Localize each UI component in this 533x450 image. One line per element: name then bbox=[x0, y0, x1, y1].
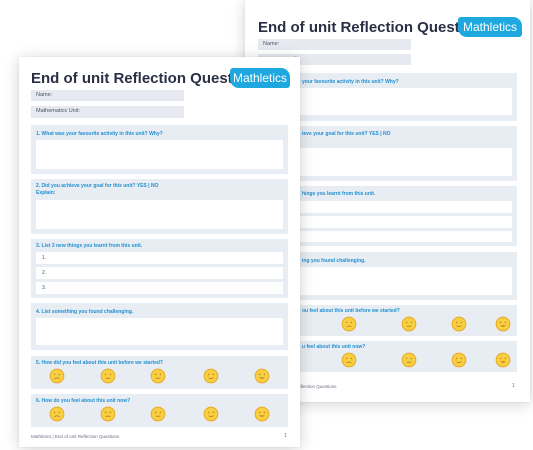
mathletics-logo: Mathletics bbox=[458, 17, 522, 37]
question-3-line-1[interactable]: 1. bbox=[36, 252, 283, 264]
very-sad-face-icon[interactable] bbox=[49, 406, 65, 422]
question-4-section: 4. List something you found challenging. bbox=[31, 303, 288, 350]
question-4-answer-box[interactable] bbox=[36, 318, 283, 345]
neutral-face-icon[interactable] bbox=[401, 352, 417, 368]
question-2-explain-label: Explain: bbox=[36, 190, 56, 196]
smiling-face-icon[interactable] bbox=[203, 368, 219, 384]
question-1-answer-box[interactable] bbox=[36, 140, 283, 169]
question-3-line-2[interactable]: 2. bbox=[36, 267, 283, 279]
question-2-label: ieve your goal for this unit? YES | NO bbox=[302, 131, 391, 137]
sad-face-icon[interactable] bbox=[341, 316, 357, 332]
page-number: 1 bbox=[512, 383, 515, 389]
smiling-face-icon[interactable] bbox=[203, 406, 219, 422]
grinning-face-icon[interactable] bbox=[495, 352, 511, 368]
very-sad-face-icon[interactable] bbox=[49, 368, 65, 384]
question-3-label: hings you learnt from this unit. bbox=[302, 191, 376, 197]
sad-face-icon[interactable] bbox=[341, 352, 357, 368]
mathletics-logo: Mathletics bbox=[230, 68, 290, 88]
question-6-label: 6. How do you feel about this unit now? bbox=[36, 398, 131, 404]
question-2-answer-box[interactable] bbox=[263, 148, 512, 176]
question-1-section: 1. What was your favourite activity in t… bbox=[31, 125, 288, 174]
question-6-label: u feel about this unit now? bbox=[302, 344, 366, 350]
question-1-label: 1. What was your favourite activity in t… bbox=[36, 131, 163, 137]
question-4-label: 4. List something you found challenging. bbox=[36, 309, 134, 315]
question-6-emoji-row bbox=[31, 406, 288, 426]
smiling-face-icon[interactable] bbox=[451, 316, 467, 332]
question-4-answer-box[interactable] bbox=[263, 267, 512, 295]
worksheet-page-front: End of unit Reflection Questions Mathlet… bbox=[19, 57, 300, 447]
grinning-face-icon[interactable] bbox=[254, 368, 270, 384]
question-3-line-3[interactable] bbox=[263, 231, 512, 242]
question-4-label: ing you found challenging. bbox=[302, 258, 366, 264]
grinning-face-icon[interactable] bbox=[495, 316, 511, 332]
neutral-face-icon[interactable] bbox=[150, 368, 166, 384]
question-2-answer-box[interactable] bbox=[36, 200, 283, 229]
unit-field[interactable]: Mathematics Unit: bbox=[31, 106, 184, 118]
question-1-label: your favourite activity in this unit? Wh… bbox=[302, 79, 399, 85]
question-5-section: 5. How did you feel about this unit befo… bbox=[31, 356, 288, 389]
question-6-section: 6. How do you feel about this unit now? bbox=[31, 394, 288, 427]
smiling-face-icon[interactable] bbox=[451, 352, 467, 368]
sad-face-icon[interactable] bbox=[100, 406, 116, 422]
page-title: End of unit Reflection Questions bbox=[31, 70, 264, 87]
sad-face-icon[interactable] bbox=[100, 368, 116, 384]
name-field[interactable]: Name: bbox=[31, 90, 184, 101]
question-3-line-1[interactable] bbox=[263, 201, 512, 213]
page-number: 1 bbox=[284, 433, 287, 439]
page-footer: Mathletics | End of unit Reflection Ques… bbox=[31, 434, 120, 439]
question-5-emoji-row bbox=[31, 368, 288, 388]
question-1-answer-box[interactable] bbox=[263, 88, 512, 115]
question-5-label: ou feel about this unit before we starte… bbox=[302, 308, 400, 314]
name-field[interactable]: Name: bbox=[258, 39, 411, 50]
page-title: End of unit Reflection Questions bbox=[258, 19, 491, 36]
question-3-label: 3. List 3 new things you learnt from thi… bbox=[36, 243, 143, 249]
question-3-line-2[interactable] bbox=[263, 216, 512, 228]
grinning-face-icon[interactable] bbox=[254, 406, 270, 422]
neutral-face-icon[interactable] bbox=[150, 406, 166, 422]
question-5-label: 5. How did you feel about this unit befo… bbox=[36, 360, 163, 366]
neutral-face-icon[interactable] bbox=[401, 316, 417, 332]
question-3-section: 3. List 3 new things you learnt from thi… bbox=[31, 239, 288, 298]
question-2-label: 2. Did you achieve your goal for this un… bbox=[36, 183, 159, 189]
question-2-section: 2. Did you achieve your goal for this un… bbox=[31, 179, 288, 234]
question-3-line-3[interactable]: 3. bbox=[36, 282, 283, 294]
